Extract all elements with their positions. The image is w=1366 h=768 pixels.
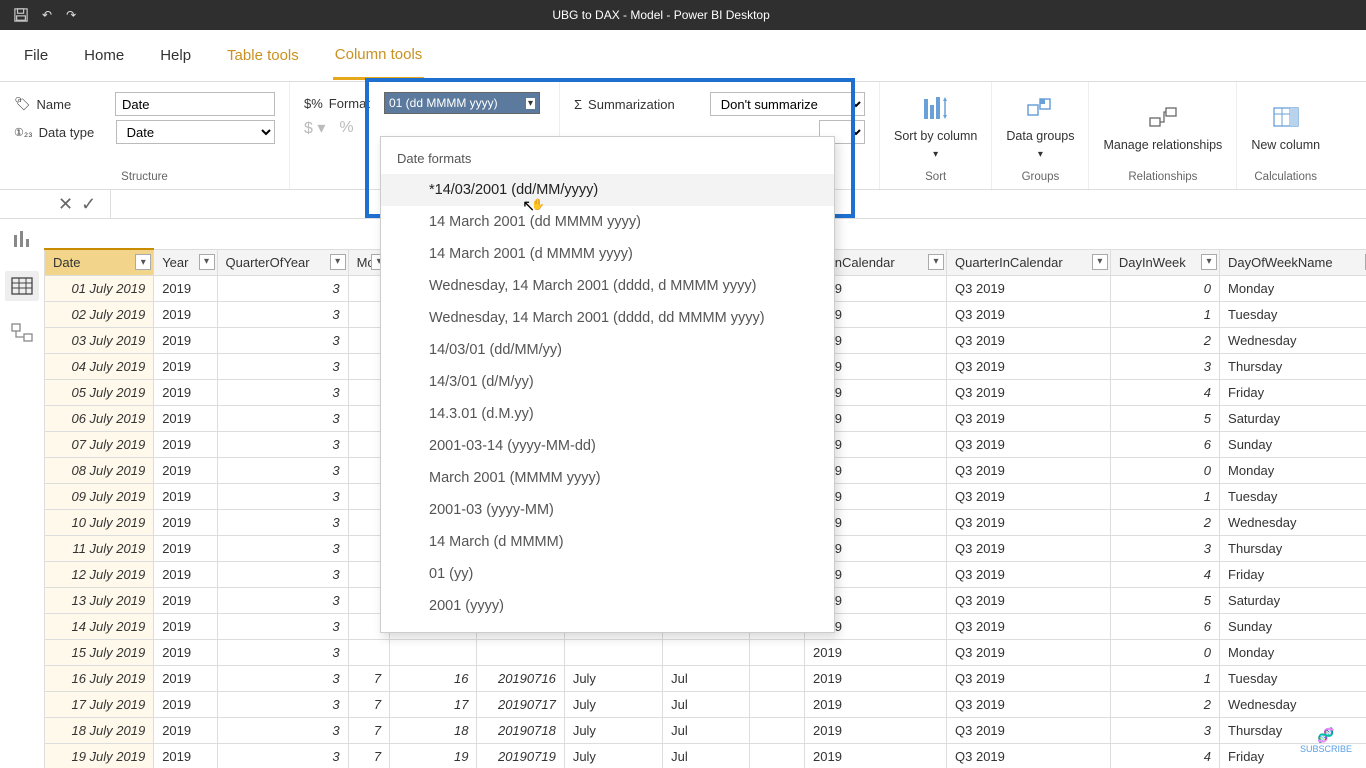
tab-home[interactable]: Home — [82, 33, 126, 78]
summarization-label: Summarization — [588, 97, 675, 112]
redo-icon[interactable]: ↷ — [66, 8, 76, 22]
column-header[interactable]: DayOfWeekName▾ — [1220, 249, 1366, 275]
groups-label: Data groups — [1006, 129, 1074, 145]
format-option[interactable]: 14.3.01 (d.M.yy) — [381, 398, 834, 430]
ribbon-tabs: File Home Help Table tools Column tools — [0, 30, 1366, 82]
percent-icon: % — [339, 119, 353, 137]
summarization-select[interactable]: Don't summarize — [710, 92, 865, 116]
format-option[interactable]: 14 March 2001 (dd MMMM yyyy) — [381, 206, 834, 238]
subscribe-watermark: 🧬 SUBSCRIBE — [1300, 727, 1352, 754]
format-option[interactable]: 2001-03 (yyyy-MM) — [381, 494, 834, 526]
tab-column-tools[interactable]: Column tools — [333, 32, 425, 80]
filter-icon[interactable]: ▾ — [135, 254, 151, 270]
format-option[interactable]: 14 March (d MMMM) — [381, 526, 834, 558]
report-view-icon[interactable] — [11, 229, 33, 249]
titlebar: ↶ ↷ UBG to DAX - Model - Power BI Deskto… — [0, 0, 1366, 30]
sort-by-column-button[interactable]: Sort by column▾ — [884, 88, 987, 167]
table-row[interactable]: 16 July 20192019371620190716JulyJul2019Q… — [45, 665, 1366, 691]
table-row[interactable]: 18 July 20192019371820190718JulyJul2019Q… — [45, 717, 1366, 743]
cancel-icon[interactable]: ✕ — [58, 194, 73, 215]
filter-icon[interactable]: ▾ — [928, 254, 944, 270]
commit-icon[interactable]: ✓ — [81, 194, 96, 215]
currency-icon: $ ▾ — [304, 118, 325, 138]
format-option[interactable]: Wednesday, 14 March 2001 (dddd, d MMMM y… — [381, 270, 834, 302]
format-option[interactable]: Wednesday, 14 March 2001 (dddd, dd MMMM … — [381, 302, 834, 334]
column-header[interactable]: Date▾ — [45, 249, 154, 275]
sort-label: Sort by column — [894, 129, 977, 145]
column-header[interactable]: QuarterOfYear▾ — [217, 249, 348, 275]
format-option[interactable]: 01 (yy) — [381, 558, 834, 590]
manage-relationships-button[interactable]: Manage relationships — [1093, 88, 1232, 167]
relationships-label: Manage relationships — [1103, 138, 1222, 154]
name-label: Name — [37, 97, 72, 112]
sort-icon — [920, 93, 952, 125]
format-option[interactable]: 14/03/01 (dd/MM/yy) — [381, 334, 834, 366]
model-view-icon[interactable] — [11, 323, 33, 343]
save-icon[interactable] — [14, 8, 28, 22]
format-option[interactable]: 2001 (yyyy) — [381, 590, 834, 622]
column-header[interactable]: Year▾ — [154, 249, 217, 275]
format-label: Format — [329, 96, 370, 111]
filter-icon[interactable]: ▾ — [330, 254, 346, 270]
relationships-icon — [1147, 102, 1179, 134]
datatype-icon: ①₂₃ — [14, 126, 33, 139]
data-view-icon[interactable] — [5, 271, 39, 301]
format-icon: $% — [304, 96, 323, 111]
format-option[interactable]: 14/3/01 (d/M/yy) — [381, 366, 834, 398]
tab-file[interactable]: File — [22, 33, 50, 78]
window-title: UBG to DAX - Model - Power BI Desktop — [76, 8, 1246, 22]
tab-help[interactable]: Help — [158, 33, 193, 78]
table-row[interactable]: 15 July 2019201932019Q3 20190Monday — [45, 639, 1366, 665]
datatype-select[interactable]: Date — [116, 120, 275, 144]
filter-icon[interactable]: ▾ — [1092, 254, 1108, 270]
data-groups-button[interactable]: Data groups▾ — [996, 88, 1084, 167]
column-header[interactable]: QuarterInCalendar▾ — [947, 249, 1111, 275]
new-column-button[interactable]: New column — [1241, 88, 1330, 167]
format-option[interactable]: *14/03/2001 (dd/MM/yyyy) — [381, 174, 834, 206]
table-row[interactable]: 19 July 20192019371920190719JulyJul2019Q… — [45, 743, 1366, 768]
new-column-icon — [1270, 102, 1302, 134]
name-input[interactable] — [115, 92, 275, 116]
undo-icon[interactable]: ↶ — [42, 8, 52, 22]
calculations-group-label: Calculations — [1241, 167, 1330, 189]
view-switcher — [0, 219, 44, 768]
datatype-label: Data type — [39, 125, 95, 140]
groups-icon — [1024, 93, 1056, 125]
format-option[interactable]: 14 March 2001 (d MMMM yyyy) — [381, 238, 834, 270]
dropdown-title: Date formats — [381, 137, 834, 174]
format-select[interactable]: 01 (dd MMMM yyyy)▾ — [384, 92, 540, 114]
relationships-group-label: Relationships — [1093, 167, 1232, 189]
chevron-down-icon: ▾ — [526, 98, 535, 109]
format-option[interactable]: 2001-03-14 (yyyy-MM-dd) — [381, 430, 834, 462]
sort-group-label: Sort — [884, 167, 987, 189]
format-option[interactable]: March 2001 (MMMM yyyy) — [381, 462, 834, 494]
tab-table-tools[interactable]: Table tools — [225, 33, 301, 78]
filter-icon[interactable]: ▾ — [1201, 254, 1217, 270]
sigma-icon: Σ — [574, 97, 582, 112]
filter-icon[interactable]: ▾ — [199, 254, 215, 270]
column-header[interactable]: DayInWeek▾ — [1110, 249, 1219, 275]
structure-group-label: Structure — [14, 167, 275, 189]
date-format-dropdown[interactable]: Date formats *14/03/2001 (dd/MM/yyyy)14 … — [380, 136, 835, 633]
tag-icon: 🏷 — [14, 96, 31, 112]
table-row[interactable]: 17 July 20192019371720190717JulyJul2019Q… — [45, 691, 1366, 717]
groups-group-label: Groups — [996, 167, 1084, 189]
new-column-label: New column — [1251, 138, 1320, 154]
